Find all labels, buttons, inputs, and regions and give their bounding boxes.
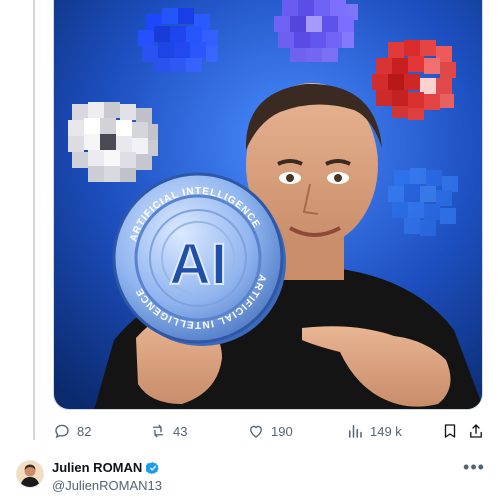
repost-count: 43 <box>173 423 188 439</box>
more-icon[interactable]: ••• <box>463 457 484 477</box>
bookmark-icon <box>444 424 456 438</box>
bookmark-button[interactable] <box>441 418 459 444</box>
author-name[interactable]: Julien ROMAN <box>52 460 142 475</box>
reply-count: 82 <box>77 423 92 439</box>
ai-coin: ARTIFICIAL INTELLIGENCE ARTIFICIAL INTEL… <box>112 172 286 346</box>
reply-icon <box>55 424 69 439</box>
views-icon <box>349 425 362 438</box>
views-button[interactable]: 149 k <box>346 418 402 444</box>
author-name-row[interactable]: Julien ROMAN <box>52 460 160 475</box>
author-row: Julien ROMAN @JulienROMAN13 ••• <box>0 452 500 500</box>
thread-line <box>33 0 35 440</box>
like-count: 190 <box>271 423 293 439</box>
avatar[interactable] <box>16 460 44 488</box>
views-count: 149 k <box>370 423 402 439</box>
post-image[interactable]: ARTIFICIAL INTELLIGENCE ARTIFICIAL INTEL… <box>53 0 483 410</box>
like-icon <box>250 425 262 438</box>
like-button[interactable]: 190 <box>247 418 293 444</box>
verified-icon <box>146 461 160 474</box>
share-icon <box>470 424 482 438</box>
reply-button[interactable]: 82 <box>53 418 91 444</box>
repost-button[interactable]: 43 <box>149 418 187 444</box>
author-handle[interactable]: @JulienROMAN13 <box>52 478 162 493</box>
share-button[interactable] <box>467 418 485 444</box>
coin-center-text: AI <box>169 232 227 297</box>
ai-coin-illustration: ARTIFICIAL INTELLIGENCE ARTIFICIAL INTEL… <box>54 0 482 409</box>
post-actions: 82 43 190 149 k <box>53 418 483 444</box>
repost-icon <box>152 424 164 438</box>
